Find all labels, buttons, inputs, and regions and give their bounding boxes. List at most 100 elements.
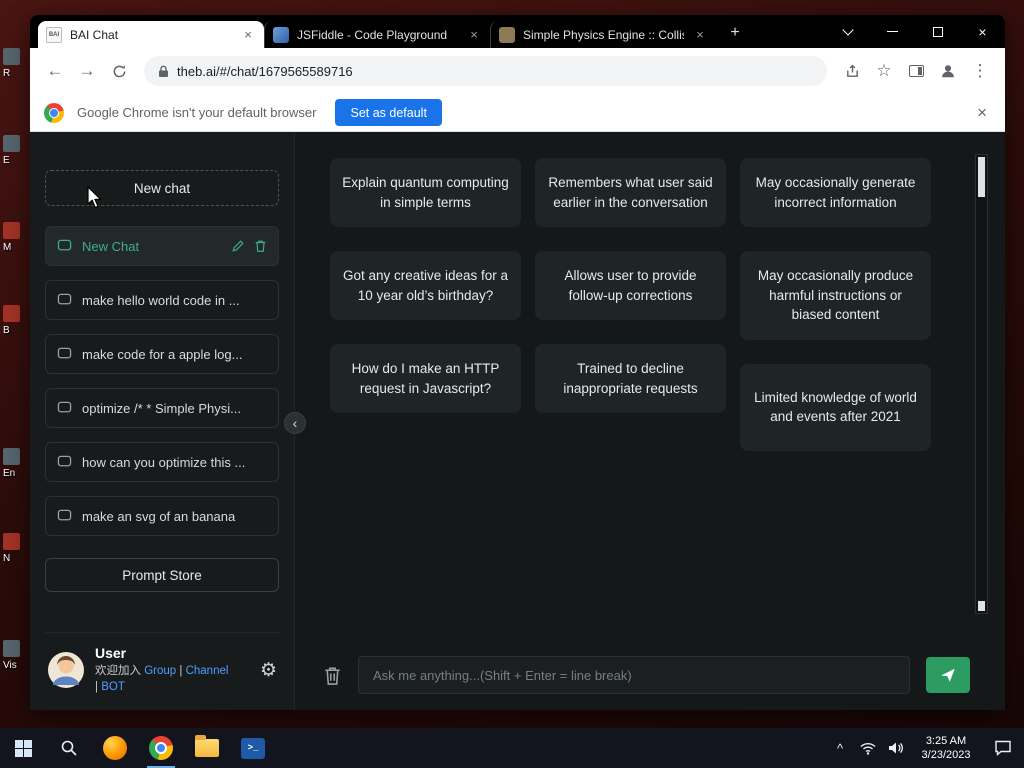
back-button[interactable]: ← — [40, 56, 70, 86]
close-button[interactable]: × — [960, 15, 1005, 48]
lock-icon — [159, 65, 168, 77]
action-center-button[interactable] — [982, 728, 1024, 768]
desktop-icon-label: Vis — [3, 660, 17, 671]
banner-close-icon[interactable]: × — [977, 103, 987, 123]
chat-item[interactable]: make hello world code in ... — [45, 280, 279, 320]
example-card[interactable]: Explain quantum computing in simple term… — [330, 158, 521, 228]
speaker-icon — [889, 742, 903, 754]
network-button[interactable] — [854, 728, 882, 768]
desktop-icon-glyph — [3, 448, 20, 465]
edit-icon[interactable] — [231, 239, 245, 253]
chat-item-label: how can you optimize this ... — [82, 454, 246, 470]
scrollbar-thumb[interactable] — [978, 157, 985, 197]
volume-button[interactable] — [882, 728, 910, 768]
tab-title: Simple Physics Engine :: Collision — [523, 27, 684, 42]
clock-date: 3/23/2023 — [921, 749, 971, 761]
scrollbar-down-button[interactable] — [978, 601, 985, 611]
limitation-card: May occasionally produce harmful instruc… — [740, 251, 931, 340]
desktop-icon[interactable]: Vis — [3, 640, 33, 671]
chrome-icon — [44, 102, 64, 123]
limitation-card: May occasionally generate incorrect info… — [740, 158, 931, 228]
avatar[interactable] — [47, 651, 85, 689]
taskbar-powershell-button[interactable]: >_ — [230, 728, 276, 768]
browser-window: BAI BAI Chat × JSFiddle - Code Playgroun… — [30, 15, 1005, 710]
settings-gear-icon[interactable]: ⚙ — [260, 659, 277, 682]
tab-physics-engine[interactable]: Simple Physics Engine :: Collision × — [490, 21, 716, 48]
firefox-icon — [103, 736, 127, 760]
desktop-icon[interactable]: En — [3, 448, 33, 479]
sidebar-collapse-button[interactable]: ‹ — [284, 412, 306, 434]
desktop-icon[interactable]: R — [3, 48, 33, 79]
chat-item[interactable]: make code for a apple log... — [45, 334, 279, 374]
share-button[interactable] — [837, 56, 867, 86]
side-panel-button[interactable] — [901, 56, 931, 86]
minimize-button[interactable] — [870, 15, 915, 48]
group-link[interactable]: Group — [144, 665, 176, 677]
chat-bubble-icon — [57, 509, 72, 521]
side-panel-icon — [908, 65, 924, 77]
chat-item[interactable]: optimize /* * Simple Physi... — [45, 388, 279, 428]
user-section: User 欢迎加入 Group | Channel | BOT ⚙ — [45, 631, 279, 710]
tab-close-icon[interactable]: × — [466, 27, 482, 42]
capability-card: Allows user to provide follow-up correct… — [535, 251, 726, 321]
desktop-icon[interactable]: N — [3, 533, 33, 564]
example-card[interactable]: Got any creative ideas for a 10 year old… — [330, 251, 521, 321]
channel-link[interactable]: Channel — [186, 665, 229, 677]
taskbar-search-button[interactable] — [46, 728, 92, 768]
chat-item-label: New Chat — [82, 238, 140, 254]
chat-item-actions — [231, 239, 267, 253]
message-input[interactable] — [358, 656, 910, 694]
taskbar-clock[interactable]: 3:25 AM 3/23/2023 — [910, 728, 982, 768]
start-button[interactable] — [0, 728, 46, 768]
chat-item[interactable]: make an svg of an banana — [45, 496, 279, 536]
example-card[interactable]: How do I make an HTTP request in Javascr… — [330, 344, 521, 414]
chat-item-new-chat[interactable]: New Chat — [45, 226, 279, 266]
user-welcome-line: 欢迎加入 Group | Channel | BOT — [95, 663, 230, 696]
scrollbar[interactable] — [975, 154, 988, 614]
desktop-icon[interactable]: M — [3, 222, 33, 253]
tab-search-button[interactable] — [825, 15, 870, 48]
new-tab-button[interactable]: + — [722, 20, 748, 46]
windows-logo-icon — [14, 739, 32, 757]
tray-expand-button[interactable]: ^ — [826, 728, 854, 768]
reload-button[interactable] — [104, 56, 134, 86]
tab-close-icon[interactable]: × — [240, 27, 256, 42]
delete-icon[interactable] — [254, 239, 267, 253]
desktop-icon-label: M — [3, 242, 12, 253]
desktop-icon-label: R — [3, 68, 11, 79]
chat-item[interactable]: how can you optimize this ... — [45, 442, 279, 482]
chrome-icon — [149, 736, 173, 760]
desktop-icon[interactable]: B — [3, 305, 33, 336]
chat-bubble-icon — [57, 401, 72, 413]
tab-close-icon[interactable]: × — [692, 27, 708, 42]
new-chat-button[interactable]: New chat — [45, 170, 279, 206]
bot-link[interactable]: BOT — [101, 681, 125, 693]
chat-bubble-icon — [57, 455, 72, 467]
file-explorer-icon — [195, 735, 219, 757]
tab-bai-chat[interactable]: BAI BAI Chat × — [38, 21, 264, 48]
set-as-default-button[interactable]: Set as default — [335, 99, 442, 126]
bookmark-button[interactable]: ☆ — [869, 56, 899, 86]
profile-button[interactable] — [933, 56, 963, 86]
url-text: theb.ai/#/chat/1679565589716 — [177, 63, 353, 79]
reload-icon — [113, 64, 125, 77]
tab-jsfiddle[interactable]: JSFiddle - Code Playground × — [264, 21, 490, 48]
taskbar-explorer-button[interactable] — [184, 728, 230, 768]
address-bar[interactable]: theb.ai/#/chat/1679565589716 — [144, 56, 827, 86]
prompt-store-button[interactable]: Prompt Store — [45, 558, 279, 592]
tab-strip: BAI BAI Chat × JSFiddle - Code Playgroun… — [30, 15, 1005, 48]
physics-favicon — [499, 26, 515, 43]
chat-item-label: make hello world code in ... — [82, 292, 240, 308]
user-icon — [942, 65, 954, 78]
taskbar-firefox-button[interactable] — [92, 728, 138, 768]
send-button[interactable] — [926, 657, 970, 693]
desktop-icon[interactable]: E — [3, 135, 33, 166]
forward-button[interactable]: → — [72, 56, 102, 86]
clear-chat-trash-icon[interactable] — [323, 665, 342, 686]
taskbar-chrome-button[interactable] — [138, 728, 184, 768]
maximize-button[interactable] — [915, 15, 960, 48]
tab-title: JSFiddle - Code Playground — [297, 27, 448, 42]
user-name: User — [95, 644, 127, 661]
browser-menu-button[interactable]: ⋮ — [965, 56, 995, 86]
